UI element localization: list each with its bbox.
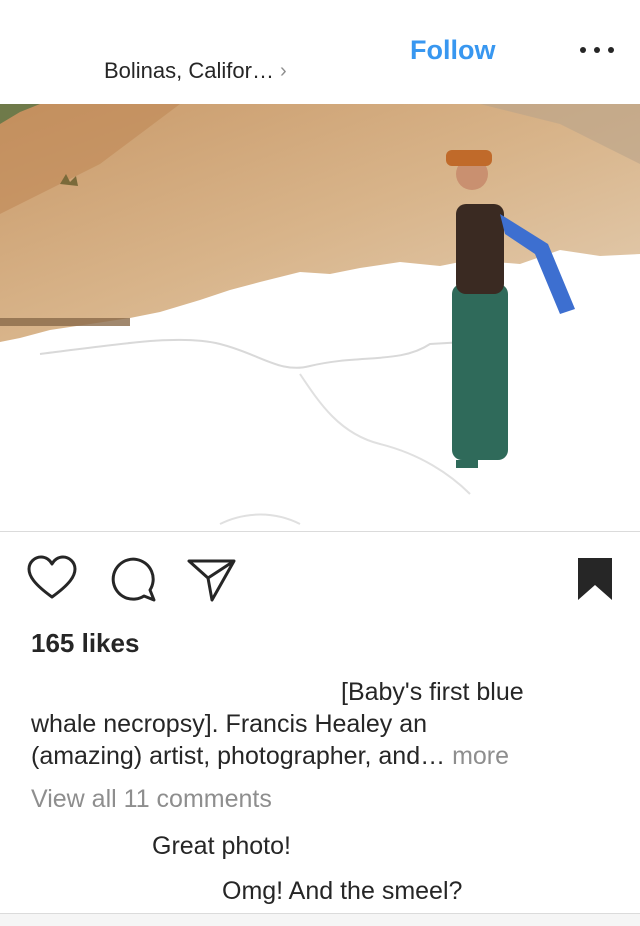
photo-image: [0, 104, 640, 532]
view-all-comments-link[interactable]: View all 11 comments: [31, 785, 272, 814]
post-header: Bolinas, Califor… › Follow: [0, 0, 640, 104]
caption-line-1: [Baby's first blue: [341, 678, 524, 706]
more-dots-icon: [580, 47, 586, 53]
share-button[interactable]: [184, 552, 240, 608]
like-button[interactable]: [24, 552, 80, 608]
post-caption: [Baby's first blue whale necropsy]. Fran…: [31, 676, 611, 772]
comment-text: Great photo!: [152, 832, 291, 860]
follow-button[interactable]: Follow: [410, 35, 495, 66]
send-icon: [187, 559, 236, 602]
bookmark-icon: [578, 558, 612, 600]
comment-text: Omg! And the smeel?: [222, 877, 463, 905]
caption-more-link[interactable]: more: [452, 742, 509, 770]
comment-button[interactable]: [106, 552, 162, 608]
likes-count[interactable]: 165 likes: [31, 628, 139, 659]
post-photo[interactable]: [0, 104, 640, 532]
caption-line-3: (amazing) artist, photographer, and… mor…: [31, 742, 510, 770]
photo-divider: [0, 531, 640, 532]
chevron-right-icon: ›: [279, 59, 287, 82]
heart-icon: [27, 555, 77, 599]
bottom-bar: [0, 913, 640, 926]
location-label: Bolinas, Califor…: [104, 58, 274, 83]
more-options-button[interactable]: [580, 38, 614, 62]
comment-icon: [111, 557, 156, 602]
save-button[interactable]: [570, 552, 626, 608]
location-link[interactable]: Bolinas, Califor… ›: [104, 58, 287, 84]
post-actions: [0, 552, 640, 608]
caption-line-2: whale necropsy]. Francis Healey an: [31, 710, 428, 738]
